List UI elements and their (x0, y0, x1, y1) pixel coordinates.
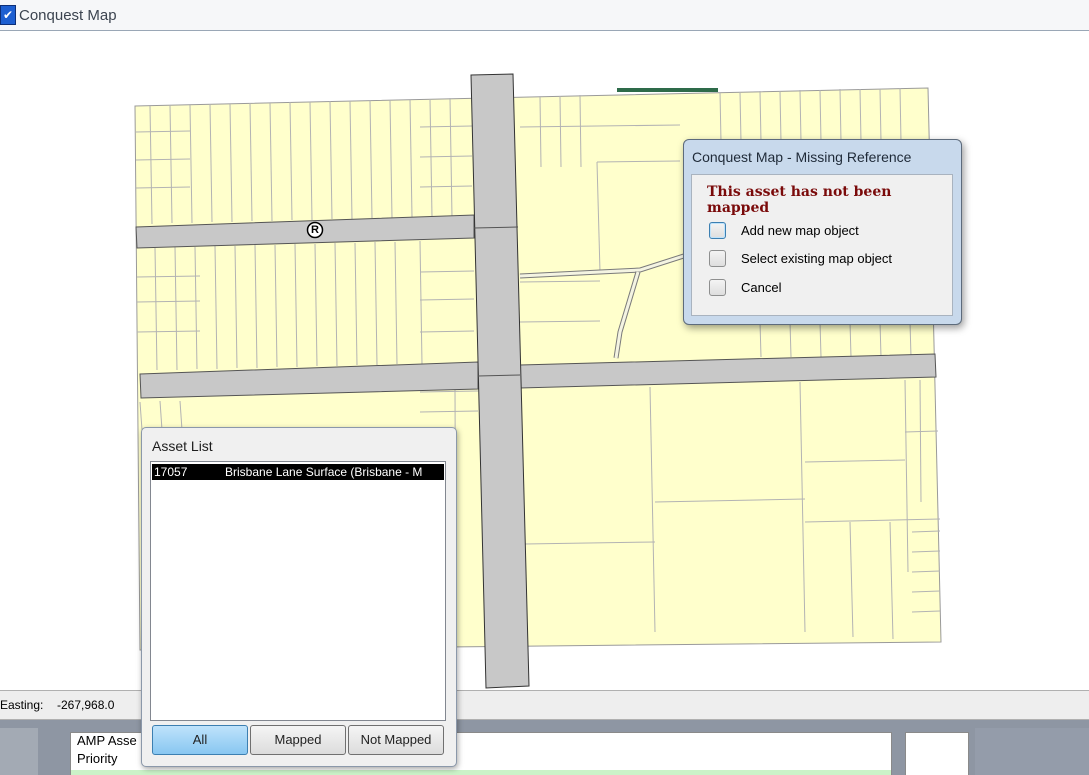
missing-reference-dialog: Conquest Map - Missing Reference This as… (683, 139, 962, 325)
grid-group-header (71, 770, 891, 775)
dialog-message: This asset has not been mapped (707, 184, 892, 216)
registered-road-icon: R (306, 221, 324, 239)
cancel-label: Cancel (741, 280, 782, 295)
asset-list-title: Asset List (152, 438, 213, 454)
app-check-icon: ✔ (0, 5, 16, 25)
dialog-title: Conquest Map - Missing Reference (692, 149, 912, 165)
list-item[interactable]: 17057 Brisbane Lane Surface (Brisbane - … (152, 464, 444, 480)
asset-list[interactable]: 17057 Brisbane Lane Surface (Brisbane - … (150, 461, 446, 721)
dialog-body: This asset has not been mapped Add new m… (691, 174, 953, 316)
select-existing-map-object-button[interactable] (709, 250, 726, 267)
asset-description: Brisbane Lane Surface (Brisbane - M (225, 465, 423, 479)
select-existing-map-object-label: Select existing map object (741, 251, 893, 266)
easting-label: Easting: (0, 698, 44, 712)
add-new-map-object-button[interactable] (709, 222, 726, 239)
bottom-right-panel (905, 732, 969, 775)
cancel-button[interactable] (709, 279, 726, 296)
easting-value: -267,968.0 (57, 698, 115, 712)
bottom-left-strip (0, 728, 38, 775)
window-title: Conquest Map (19, 7, 117, 24)
road-symbol-letter: R (311, 224, 319, 236)
green-feature (617, 88, 718, 92)
title-bar: ✔ Conquest Map (0, 0, 1089, 31)
filter-mapped-button[interactable]: Mapped (250, 725, 346, 755)
grid-row-amp-asset: AMP Asse (77, 733, 137, 748)
add-new-map-object-label: Add new map object (741, 223, 859, 238)
filter-all-button[interactable]: All (152, 725, 248, 755)
bottom-far-right-panel (975, 728, 1089, 775)
filter-not-mapped-button[interactable]: Not Mapped (348, 725, 444, 755)
asset-list-window: Asset List 17057 Brisbane Lane Surface (… (141, 427, 457, 767)
grid-row-priority: Priority (77, 751, 118, 766)
asset-id: 17057 (154, 465, 188, 479)
